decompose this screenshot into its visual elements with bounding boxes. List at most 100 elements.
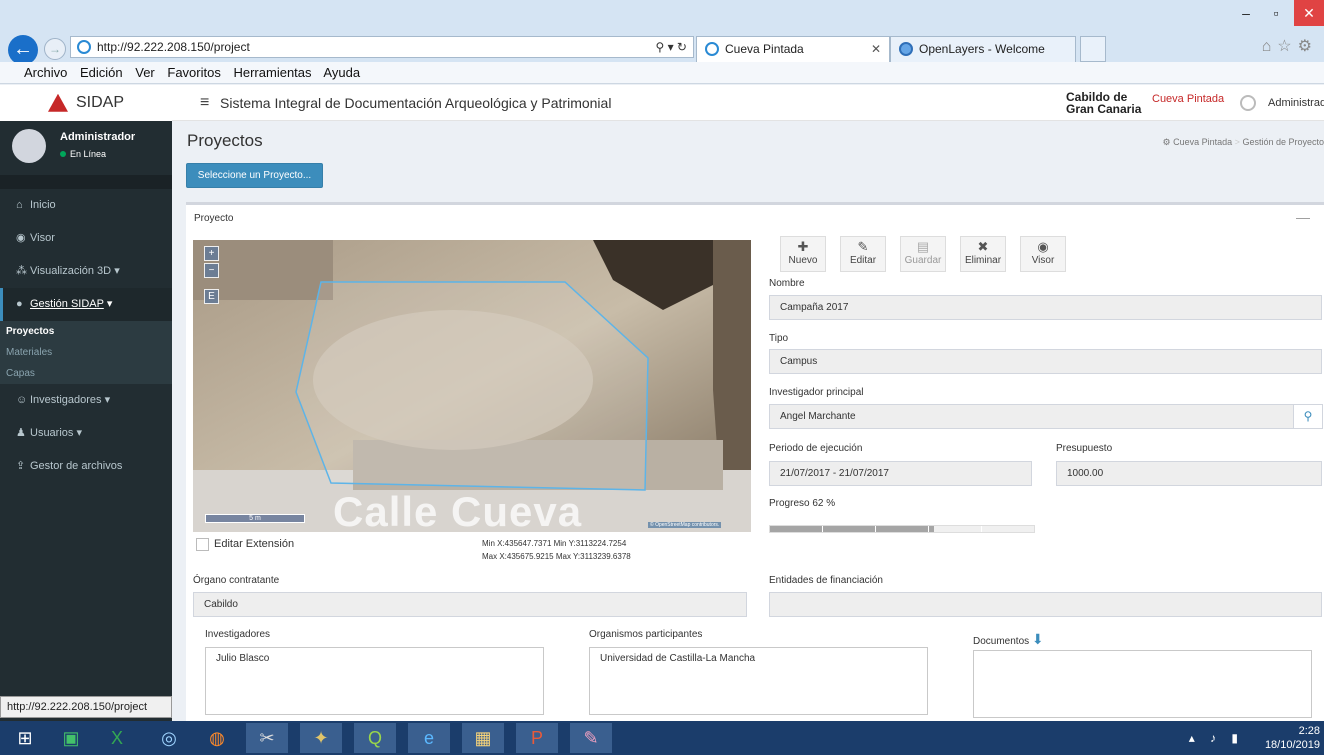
sidebar: Administrador En Línea ⌂ Inicio ◉ Visor ⁂ V… <box>0 121 172 721</box>
new-tab-button[interactable] <box>1080 36 1106 62</box>
screen: – ▫ ✕ ← → http://92.222.208.150/project … <box>0 0 1324 755</box>
paint-icon[interactable]: ✎ <box>570 723 612 753</box>
menu-ver[interactable]: Ver <box>135 65 155 80</box>
delete-button[interactable]: ✖ Eliminar <box>960 236 1006 272</box>
viewer-button[interactable]: ◉ Visor <box>1020 236 1066 272</box>
select-project-button[interactable]: Seleccione un Proyecto... <box>186 163 323 188</box>
hamburger-menu-icon[interactable]: ≡ <box>200 85 209 121</box>
minimize-window-button[interactable]: – <box>1232 0 1260 26</box>
sidebar-item-inicio[interactable]: ⌂ Inicio <box>0 189 172 222</box>
menu-herramientas[interactable]: Herramientas <box>233 65 311 80</box>
breadcrumb-current: Gestión de Proyecto <box>1242 137 1324 147</box>
user-avatar <box>12 129 46 163</box>
address-bar[interactable]: http://92.222.208.150/project ⚲ ▾ ↻ <box>70 36 694 58</box>
researchers-list[interactable]: Julio Blasco <box>205 647 544 715</box>
org-field[interactable]: Cabildo <box>193 592 747 617</box>
researchers-label: Investigadores <box>205 629 271 640</box>
tab-openlayers[interactable]: OpenLayers - Welcome <box>890 36 1076 62</box>
budget-label: Presupuesto <box>1056 443 1113 454</box>
arrow-down-icon[interactable]: ⬇ <box>1032 631 1044 647</box>
type-field[interactable]: Campus <box>769 349 1322 374</box>
system-tray-icons[interactable]: ▴ ♪ ▮ <box>1189 721 1244 755</box>
sidap-logo[interactable]: SIDAP <box>0 85 172 121</box>
sidebar-subitem-capas[interactable]: Capas <box>0 363 172 384</box>
cabildo-line2: Gran Canaria <box>1066 102 1142 116</box>
restore-window-button[interactable]: ▫ <box>1262 0 1290 26</box>
app-title: Sistema Integral de Documentación Arqueo… <box>220 95 612 111</box>
search-magnifier-icon[interactable]: ◎ <box>148 723 190 753</box>
home-star-gear-icons[interactable]: ⌂☆⚙ <box>1262 36 1318 56</box>
new-button[interactable]: ✚ Nuevo <box>780 236 826 272</box>
menu-archivo[interactable]: Archivo <box>24 65 67 80</box>
save-button[interactable]: ▤ Guardar <box>900 236 946 272</box>
nav-label: Investigadores <box>30 394 102 406</box>
period-field[interactable]: 21/07/2017 - 21/07/2017 <box>769 461 1032 486</box>
edit-button[interactable]: ✎ Editar <box>840 236 886 272</box>
map-viewer[interactable]: + − E Calle Cueva 5 m © OpenStreetMap co… <box>193 240 751 532</box>
collapse-box-icon[interactable]: — <box>1296 209 1310 225</box>
close-tab-icon[interactable]: ✕ <box>871 37 881 61</box>
qgis-icon[interactable]: Q <box>354 723 396 753</box>
menu-edicion[interactable]: Edición <box>80 65 123 80</box>
forward-button[interactable]: → <box>44 38 66 60</box>
back-button[interactable]: ← <box>8 35 38 65</box>
excel-icon[interactable]: X <box>96 723 138 753</box>
taskbar: ⊞ ▣ X ◎ ◍ ✂ ✦ Q e ▦ P ✎ ▴ ♪ ▮ 2:28 18/10… <box>0 721 1324 755</box>
edit-extent-checkbox[interactable] <box>196 538 209 551</box>
nav-label: Visualización 3D <box>30 265 112 277</box>
breadcrumb-home[interactable]: Cueva Pintada <box>1173 137 1232 147</box>
sidebar-item-gestion-sidap[interactable]: ● Gestión SIDAP ▾ <box>0 288 172 321</box>
firefox-icon[interactable]: ◍ <box>196 723 238 753</box>
nav-label: Gestor de archivos <box>30 460 123 472</box>
status-text: En Línea <box>70 149 107 159</box>
nav-label: Inicio <box>30 199 56 211</box>
sidebar-subitem-proyectos[interactable]: Proyectos <box>0 321 172 342</box>
sidebar-item-gestor-archivos[interactable]: ⇪ Gestor de archivos <box>0 450 172 483</box>
globe-icon: ◉ <box>16 232 26 244</box>
search-refresh-icon[interactable]: ⚲ ▾ ↻ <box>655 37 687 57</box>
progress-tick <box>981 526 982 532</box>
windows-start-icon[interactable]: ⊞ <box>4 723 46 753</box>
powerpoint-icon[interactable]: P <box>516 723 558 753</box>
sidebar-item-investigadores[interactable]: ☺ Investigadores ▾ <box>0 384 172 417</box>
budget-field[interactable]: 1000.00 <box>1056 461 1322 486</box>
sidebar-search-gap <box>0 175 172 189</box>
file-explorer-icon[interactable]: ▦ <box>462 723 504 753</box>
tab-cueva-pintada[interactable]: Cueva Pintada ✕ <box>696 36 890 62</box>
taskbar-clock[interactable]: 2:28 18/10/2019 <box>1265 724 1320 752</box>
map-attribution[interactable]: © OpenStreetMap contributors. <box>648 522 722 528</box>
sidebar-item-visor[interactable]: ◉ Visor <box>0 222 172 255</box>
pi-field[interactable]: Angel Marchante <box>769 404 1294 429</box>
caret-down-icon: ▾ <box>76 427 82 439</box>
users-icon: ☺ <box>16 394 28 406</box>
extent-button[interactable]: E <box>204 289 219 304</box>
zoom-in-button[interactable]: + <box>204 246 219 261</box>
sidebar-item-usuarios[interactable]: ♟ Usuarios ▾ <box>0 417 172 450</box>
funding-field[interactable] <box>769 592 1322 617</box>
ie-page-icon <box>77 40 91 54</box>
orgs-list[interactable]: Universidad de Castilla-La Mancha <box>589 647 928 715</box>
sidebar-subitem-materiales[interactable]: Materiales <box>0 342 172 363</box>
tool-icon[interactable]: ✂ <box>246 723 288 753</box>
breadcrumb-separator: > <box>1234 137 1240 147</box>
box-title: Proyecto <box>194 213 234 224</box>
documents-list[interactable] <box>973 650 1312 718</box>
sidebar-item-visualizacion-3d[interactable]: ⁂ Visualización 3D ▾ <box>0 255 172 288</box>
progress-tick <box>928 526 929 532</box>
header-user-name[interactable]: Administrad <box>1268 85 1324 121</box>
project-extent-polygon[interactable] <box>295 281 649 491</box>
docs-label: Documentos <box>973 636 1030 647</box>
user-avatar-icon[interactable] <box>1240 95 1256 111</box>
menu-favoritos[interactable]: Favoritos <box>167 65 220 80</box>
name-field[interactable]: Campaña 2017 <box>769 295 1322 320</box>
search-pi-button[interactable]: ⚲ <box>1293 404 1323 429</box>
menu-ayuda[interactable]: Ayuda <box>323 65 360 80</box>
map-app-icon[interactable]: ✦ <box>300 723 342 753</box>
internet-explorer-icon[interactable]: e <box>408 723 450 753</box>
store-icon[interactable]: ▣ <box>50 723 92 753</box>
close-window-button[interactable]: ✕ <box>1294 0 1324 26</box>
openlayers-tab-icon <box>899 42 913 56</box>
zoom-out-button[interactable]: − <box>204 263 219 278</box>
progress-label: Progreso 62 % <box>769 498 836 509</box>
user-panel: Administrador En Línea <box>0 121 172 175</box>
